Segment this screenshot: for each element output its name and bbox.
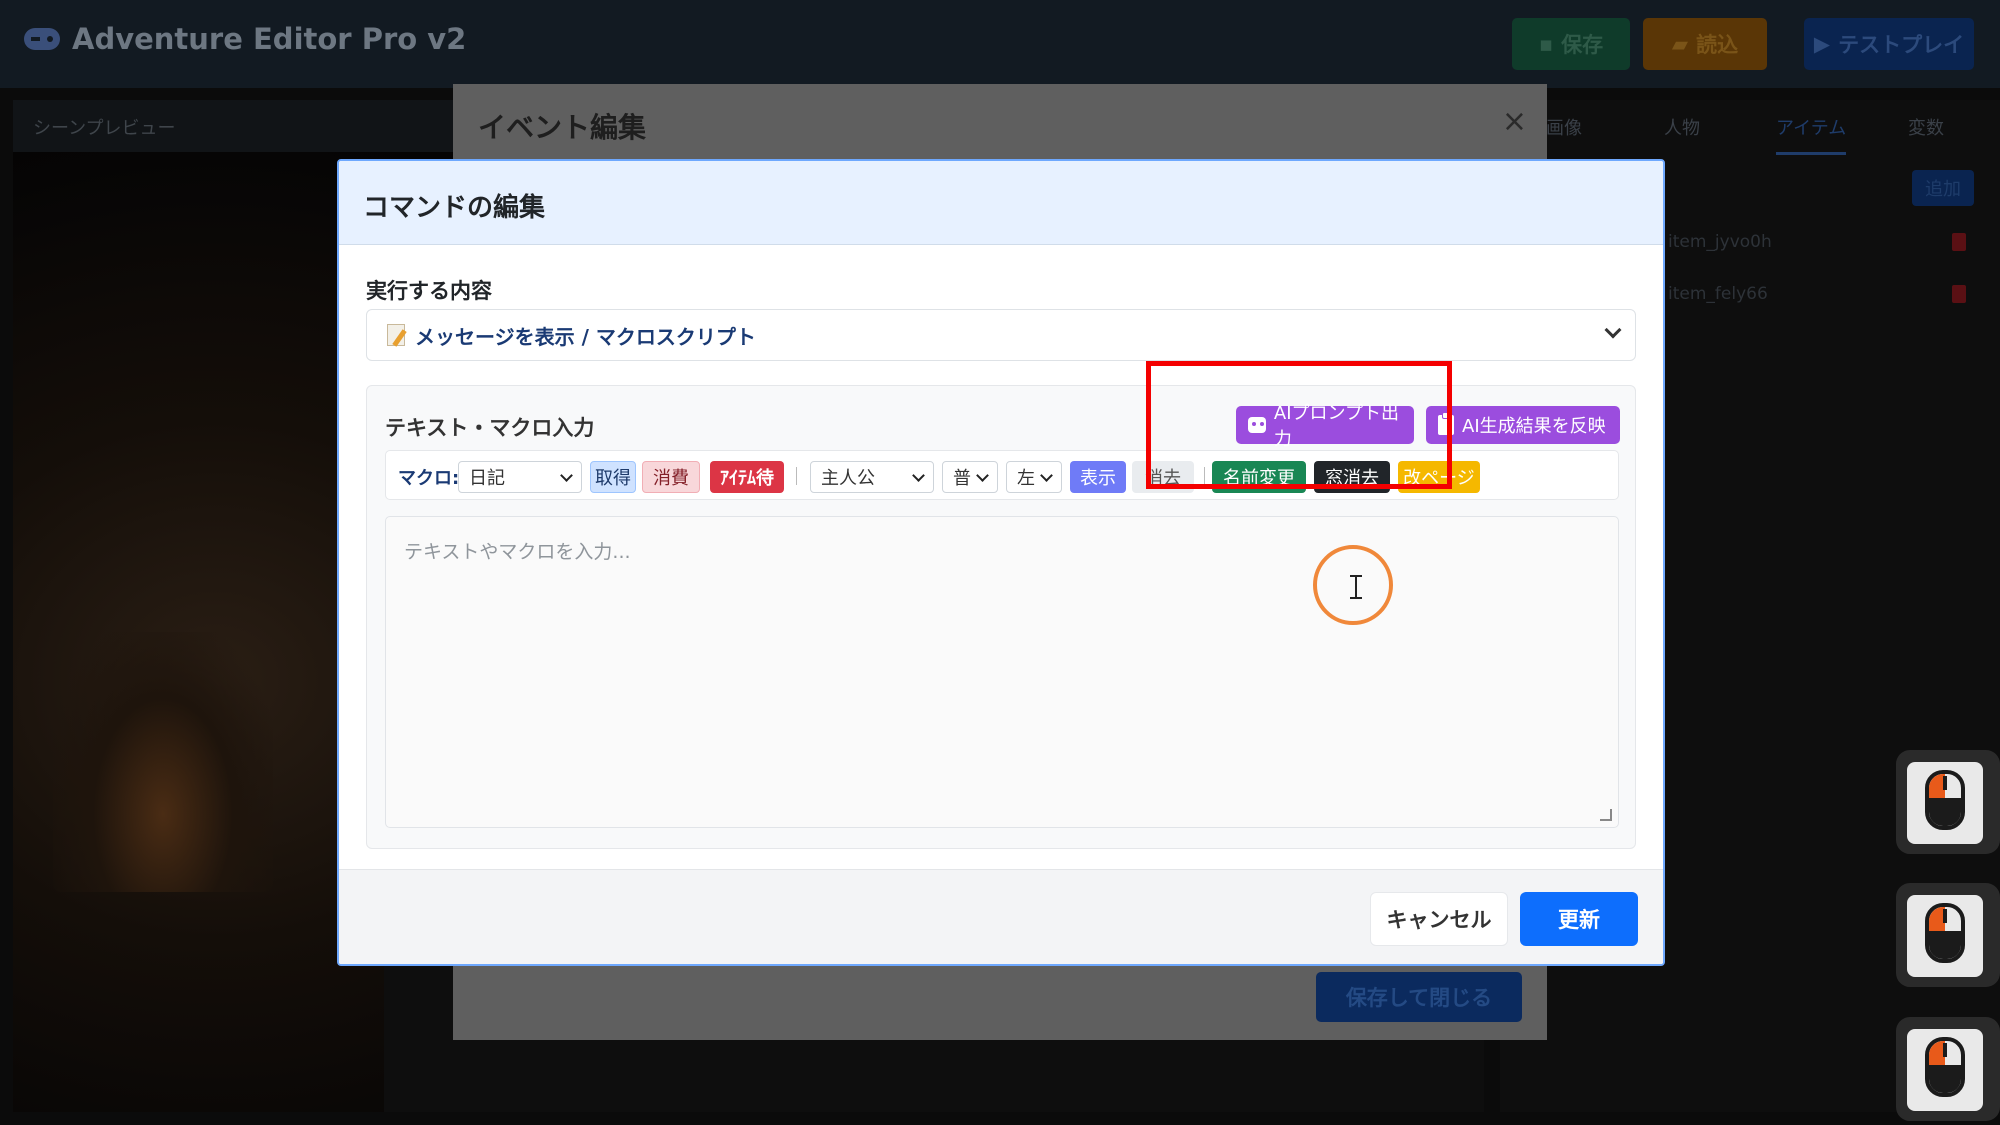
item-row[interactable]: item_jyvo0h [1668, 232, 1772, 252]
memo-icon [387, 324, 405, 346]
folder-icon: ▰ [1671, 32, 1689, 56]
acquire-button[interactable]: 取得 [590, 461, 636, 493]
play-icon: ▶ [1813, 32, 1831, 56]
save-button[interactable]: ▪ 保存 [1512, 18, 1630, 70]
highlight-box [1146, 361, 1452, 489]
update-button[interactable]: 更新 [1520, 892, 1638, 946]
trash-icon[interactable] [1952, 233, 1966, 251]
execute-label: 実行する内容 [366, 279, 492, 303]
command-editor-body: 実行する内容 メッセージを表示 / マクロスクリプト テキスト・マクロ入力 AI… [339, 245, 1663, 869]
load-button-label: 読込 [1696, 33, 1739, 57]
chevron-down-icon [560, 469, 573, 482]
command-editor-title: コマンドの編集 [363, 193, 546, 223]
mouse-wheel [1943, 776, 1947, 790]
character-select[interactable]: 主人公 [810, 461, 934, 493]
command-editor-header: コマンドの編集 [339, 161, 1663, 245]
cursor-ring [1313, 545, 1393, 625]
event-editor-title: イベント編集 [478, 111, 647, 144]
chevron-down-icon [1604, 321, 1622, 339]
add-item-button[interactable]: 追加 [1912, 170, 1974, 206]
testplay-button-label: テストプレイ [1838, 33, 1965, 57]
app-brand: Adventure Editor Pro v2 [24, 22, 466, 56]
mouse-card [1907, 762, 1983, 844]
save-button-label: 保存 [1561, 33, 1604, 57]
macro-label: マクロ: [398, 468, 460, 489]
mouse-card [1907, 1029, 1983, 1111]
diary-select-value: 日記 [469, 468, 505, 489]
command-type-value: メッセージを表示 / マクロスクリプト [415, 324, 756, 349]
mouse-card [1907, 895, 1983, 977]
chevron-down-icon [1040, 469, 1053, 482]
close-icon[interactable]: × [1502, 104, 1527, 139]
diary-select[interactable]: 日記 [458, 461, 582, 493]
save-icon: ▪ [1538, 32, 1554, 56]
show-button[interactable]: 表示 [1070, 461, 1126, 493]
item-wait-button[interactable]: ｱｲﾃﾑ待 [710, 461, 784, 493]
macro-section-title: テキスト・マクロ入力 [385, 416, 595, 440]
expression-select-value: 普 [953, 468, 971, 489]
save-and-close-button[interactable]: 保存して閉じる [1316, 972, 1522, 1022]
toolbar-divider [796, 467, 797, 485]
mouse-left-click-icon [1896, 1017, 2000, 1121]
macro-textarea[interactable]: テキストやマクロを入力... [385, 516, 1619, 828]
mouse-wheel [1943, 1043, 1947, 1057]
expression-select[interactable]: 普 [942, 461, 998, 493]
tab-images[interactable]: 画像 [1546, 114, 1582, 140]
command-editor-modal: コマンドの編集 実行する内容 メッセージを表示 / マクロスクリプト テキスト・… [337, 159, 1665, 966]
app-title: Adventure Editor Pro v2 [72, 22, 467, 56]
ai-reflect-button[interactable]: AI生成結果を反映 [1426, 406, 1620, 444]
character-select-value: 主人公 [821, 468, 875, 489]
ai-reflect-label: AI生成結果を反映 [1462, 416, 1606, 437]
trash-icon[interactable] [1952, 285, 1966, 303]
tab-items[interactable]: アイテム [1776, 114, 1847, 155]
resize-handle[interactable] [1600, 809, 1612, 821]
text-cursor-icon [1350, 575, 1362, 599]
mouse-wheel [1943, 909, 1947, 923]
mouse-left-click-icon [1896, 750, 2000, 854]
chevron-down-icon [976, 469, 989, 482]
position-select[interactable]: 左 [1006, 461, 1062, 493]
gamepad-icon [24, 28, 60, 50]
tab-characters[interactable]: 人物 [1664, 114, 1700, 140]
command-editor-footer: キャンセル 更新 [339, 869, 1663, 964]
tab-variables[interactable]: 変数 [1908, 114, 1944, 140]
mouse-left-click-icon [1896, 883, 2000, 987]
position-select-value: 左 [1017, 468, 1035, 489]
load-button[interactable]: ▰ 読込 [1643, 18, 1767, 70]
testplay-button[interactable]: ▶ テストプレイ [1804, 18, 1974, 70]
item-row[interactable]: item_fely66 [1668, 284, 1768, 304]
chevron-down-icon [912, 469, 925, 482]
cancel-button[interactable]: キャンセル [1370, 892, 1508, 946]
command-type-select[interactable]: メッセージを表示 / マクロスクリプト [366, 309, 1636, 361]
event-editor-header: イベント編集 × [453, 84, 1547, 160]
consume-button[interactable]: 消費 [642, 461, 700, 493]
app-header: Adventure Editor Pro v2 ▪ 保存 ▰ 読込 ▶ テストプ… [0, 0, 2000, 88]
scene-fireplace [53, 632, 273, 892]
textarea-placeholder: テキストやマクロを入力... [404, 541, 631, 563]
